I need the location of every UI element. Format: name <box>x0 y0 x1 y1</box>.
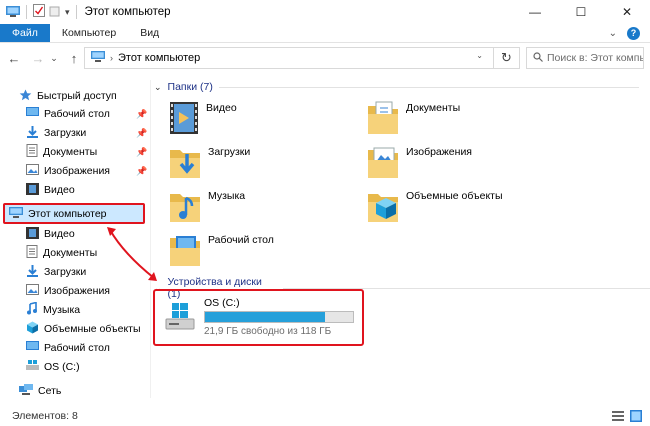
documents-icon <box>26 245 38 261</box>
folder-item-video[interactable]: Видео <box>170 100 237 137</box>
pin-icon[interactable]: 📌 <box>136 147 147 158</box>
large-icons-view-icon[interactable] <box>630 410 642 425</box>
3d-objects-folder-icon <box>368 188 398 225</box>
network-icon <box>19 384 33 398</box>
pin-icon[interactable]: 📌 <box>136 109 147 120</box>
nav-network[interactable]: Сеть <box>19 382 61 400</box>
video-icon <box>26 226 39 242</box>
3d-objects-icon <box>26 321 39 337</box>
nav-item-label: Видео <box>44 184 75 196</box>
nav-item-video[interactable]: Видео <box>26 225 75 243</box>
documents-folder-icon <box>368 100 398 137</box>
nav-item-downloads[interactable]: Загрузки <box>26 263 86 281</box>
window-controls: — ☐ ✕ <box>512 0 650 24</box>
nav-item-pictures[interactable]: Изображения <box>26 162 110 180</box>
view-toggle <box>612 410 642 425</box>
nav-item-label: Загрузки <box>44 266 87 278</box>
nav-item-label: Видео <box>44 228 75 240</box>
search-icon <box>533 51 543 65</box>
documents-icon <box>26 144 38 160</box>
details-view-icon[interactable] <box>612 410 624 425</box>
search-box[interactable]: Поиск в: Этот компьютер <box>526 47 644 69</box>
folder-item-pictures[interactable]: Изображения <box>368 144 472 181</box>
pin-icon[interactable]: 📌 <box>136 128 147 139</box>
folder-item-desktop[interactable]: Рабочий стол <box>170 232 274 269</box>
ribbon-expand-icon[interactable]: ⌄ <box>609 28 617 39</box>
nav-item-video[interactable]: Видео <box>26 181 75 199</box>
nav-item-3d-objects[interactable]: Объемные объекты <box>26 320 141 338</box>
item-count: Элементов: 8 <box>12 410 78 422</box>
desktop-folder-icon <box>170 232 200 269</box>
nav-item-os-drive[interactable]: OS (C:) <box>26 358 80 376</box>
address-dropdown-icon[interactable]: ⌄ <box>476 51 483 60</box>
nav-item-label: Рабочий стол <box>44 108 110 120</box>
nav-quick-access[interactable]: Быстрый доступ <box>19 87 117 105</box>
folder-label: Музыка <box>208 189 246 202</box>
maximize-button[interactable]: ☐ <box>558 0 604 24</box>
drive-icon <box>26 360 39 374</box>
windows-drive-icon <box>164 301 196 336</box>
folder-label: Рабочий стол <box>208 233 274 246</box>
nav-item-music[interactable]: Музыка <box>26 301 80 319</box>
group-divider <box>218 86 639 88</box>
download-icon <box>26 125 39 141</box>
folder-item-documents[interactable]: Документы <box>368 100 460 137</box>
navigation-pane: Быстрый доступ Рабочий стол Загрузки Док… <box>0 0 150 400</box>
music-icon <box>26 301 38 318</box>
nav-item-pictures[interactable]: Изображения <box>26 282 110 300</box>
nav-item-documents[interactable]: Документы <box>26 244 97 262</box>
video-icon <box>26 182 39 198</box>
folders-header-label: Папки (7) <box>167 81 213 93</box>
nav-item-label: Музыка <box>43 304 81 316</box>
folder-item-downloads[interactable]: Загрузки <box>170 144 250 181</box>
pictures-folder-icon <box>368 144 398 181</box>
nav-item-label: Изображения <box>44 165 110 177</box>
pictures-icon <box>26 284 39 298</box>
drive-usage-fill <box>205 312 326 322</box>
pictures-icon <box>26 164 39 178</box>
nav-item-label: OS (C:) <box>44 361 80 373</box>
downloads-folder-icon <box>170 144 200 181</box>
search-placeholder: Поиск в: Этот компьютер <box>547 52 643 64</box>
annotation-arrow <box>107 227 157 281</box>
pin-icon[interactable]: 📌 <box>136 166 147 177</box>
download-icon <box>26 264 39 280</box>
drive-item-os-c[interactable]: OS (C:) 21,9 ГБ свободно из 118 ГБ <box>153 289 364 346</box>
nav-item-label: Документы <box>43 146 98 158</box>
folders-group-header[interactable]: ⌄ Папки (7) <box>154 81 639 93</box>
nav-item-label: Рабочий стол <box>44 342 110 354</box>
chevron-down-icon[interactable]: ⌄ <box>154 82 162 93</box>
folder-label: Документы <box>406 101 461 114</box>
drive-usage-bar <box>204 311 354 323</box>
folder-label: Объемные объекты <box>406 189 503 202</box>
folder-label: Загрузки <box>208 145 251 158</box>
desktop-icon <box>26 341 39 355</box>
nav-network-label: Сеть <box>38 385 62 397</box>
refresh-button[interactable]: ↻ <box>493 47 519 69</box>
minimize-button[interactable]: — <box>512 0 558 24</box>
music-folder-icon <box>170 188 200 225</box>
folder-item-3d-objects[interactable]: Объемные объекты <box>368 188 503 225</box>
nav-item-label: Загрузки <box>44 127 87 139</box>
this-pc-red-highlight <box>3 203 145 224</box>
nav-item-label: Объемные объекты <box>44 323 141 335</box>
folder-label: Изображения <box>406 145 472 158</box>
video-folder-icon <box>170 100 198 137</box>
help-icon[interactable]: ? <box>627 26 640 40</box>
status-bar: Элементов: 8 <box>0 406 650 426</box>
nav-item-documents[interactable]: Документы <box>26 143 97 161</box>
nav-item-label: Изображения <box>44 285 110 297</box>
drive-name: OS (C:) <box>204 297 240 309</box>
nav-item-label: Документы <box>43 247 98 259</box>
nav-item-desktop[interactable]: Рабочий стол <box>26 105 110 123</box>
drive-free-space: 21,9 ГБ свободно из 118 ГБ <box>204 326 332 337</box>
desktop-icon <box>26 107 39 121</box>
folder-label: Видео <box>206 101 237 114</box>
nav-item-downloads[interactable]: Загрузки <box>26 124 86 142</box>
nav-quick-access-label: Быстрый доступ <box>37 90 117 102</box>
star-icon <box>19 89 32 104</box>
nav-item-desktop[interactable]: Рабочий стол <box>26 339 110 357</box>
folder-item-music[interactable]: Музыка <box>170 188 245 225</box>
close-button[interactable]: ✕ <box>604 0 650 24</box>
